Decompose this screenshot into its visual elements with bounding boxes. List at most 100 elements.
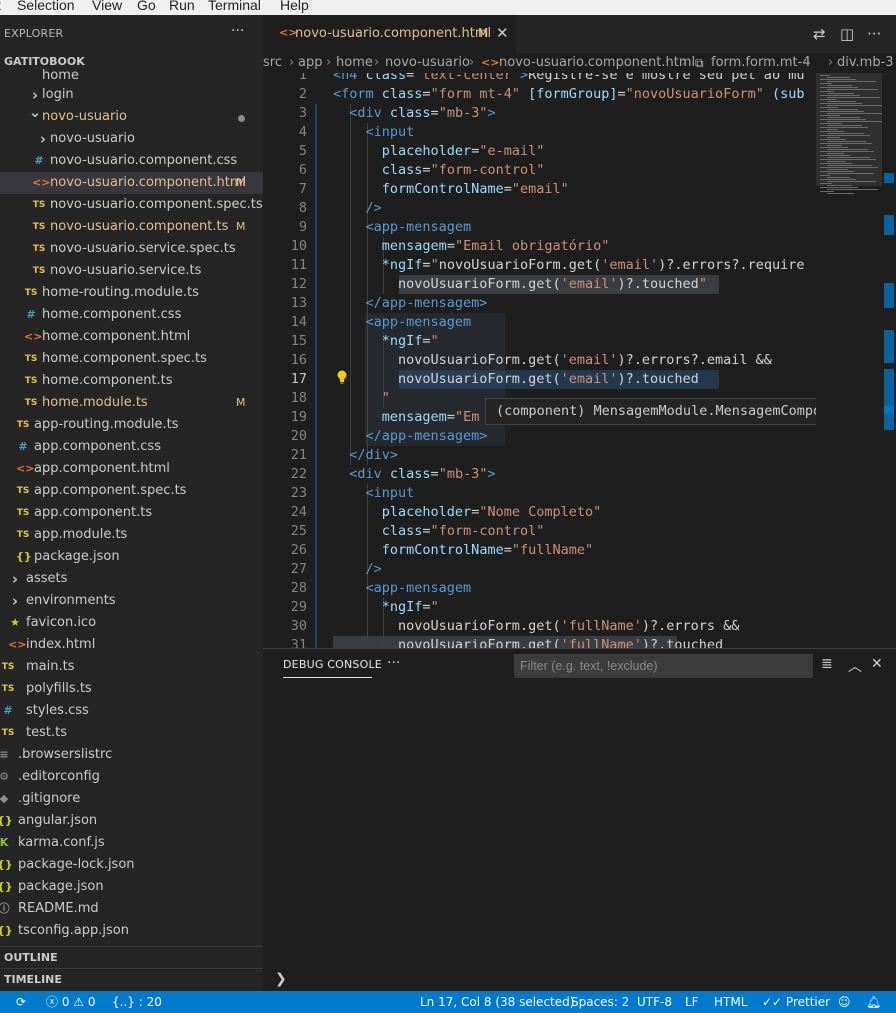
tree-item-home-component-ts[interactable]: TS home.component.ts: [0, 370, 263, 392]
breadcrumb-item[interactable]: div.mb-3: [837, 53, 894, 73]
tree-item-novo-usuario-component-css[interactable]: # novo-usuario.component.css: [0, 150, 263, 172]
language-mode[interactable]: HTML: [714, 991, 747, 1013]
code-line[interactable]: <form class="form mt-4" [formGroup]="nov…: [333, 85, 804, 104]
debug-filter-input[interactable]: Filter (e.g. text, !exclude): [514, 654, 813, 678]
breadcrumb-item[interactable]: form.form.mt-4: [711, 53, 811, 73]
code-line[interactable]: class="form-control": [333, 161, 545, 180]
console-prompt-icon[interactable]: ❯: [275, 971, 287, 987]
sync-icon[interactable]: ⟳: [16, 991, 26, 1013]
eol-setting[interactable]: LF: [685, 991, 699, 1013]
tree-item-novo-usuario-service-ts[interactable]: TS novo-usuario.service.ts: [0, 260, 263, 282]
tree-item-browserslistrc[interactable]: ≡ .browserslistrc: [0, 744, 263, 766]
tree-item-gitignore[interactable]: ◆ .gitignore: [0, 788, 263, 810]
cursor-position[interactable]: Ln 17, Col 8 (38 selected): [420, 991, 574, 1013]
code-line[interactable]: *ngIf="novoUsuarioForm.get('email')?.err…: [333, 256, 805, 275]
editor-vertical-scrollbar[interactable]: [882, 73, 896, 648]
tree-item-home-module-ts[interactable]: TS home.module.ts M: [0, 392, 263, 414]
tree-item-environments[interactable]: › environments: [0, 590, 263, 612]
prettier-status[interactable]: ✓✓ Prettier: [762, 991, 830, 1013]
code-line[interactable]: class="form-control": [333, 522, 545, 541]
code-line[interactable]: *ngIf=": [333, 598, 439, 617]
clear-console-icon[interactable]: ≣: [821, 656, 833, 672]
encoding-setting[interactable]: UTF-8: [637, 991, 672, 1013]
code-editor[interactable]: 1 2 3 4 5 6 7 8 9 10 11 12 13 14 15 16 17 18 19 20 21 22 23 24 2…: [263, 73, 896, 648]
lightbulb-icon[interactable]: [336, 370, 348, 384]
code-line[interactable]: />: [333, 560, 382, 579]
open-changes-icon[interactable]: ⇄: [813, 25, 826, 43]
feedback-icon[interactable]: ☺: [838, 991, 851, 1013]
code-line[interactable]: />: [333, 199, 382, 218]
tree-item-package-lock-json[interactable]: {} package-lock.json: [0, 854, 263, 876]
breadcrumb-item[interactable]: novo-usuario.component.html: [499, 53, 695, 73]
menu-item-run[interactable]: Run: [169, 0, 195, 13]
tree-item-app-component-ts[interactable]: TS app.component.ts: [0, 502, 263, 524]
code-line[interactable]: <input: [333, 484, 415, 503]
tree-item-app-component-html[interactable]: <> app.component.html: [0, 458, 263, 480]
menu-item-terminal[interactable]: Terminal: [208, 0, 261, 13]
code-line[interactable]: novoUsuarioForm.get('fullName')?.touched: [333, 636, 723, 648]
close-panel-icon[interactable]: ✕: [871, 656, 883, 672]
maximize-panel-icon[interactable]: ︿: [848, 656, 862, 676]
bracket-info[interactable]: {..} : 20: [112, 991, 162, 1013]
code-line[interactable]: novoUsuarioForm.get('email')?.touched: [333, 370, 699, 389]
tree-item-index-html[interactable]: <> index.html: [0, 634, 263, 656]
tree-item-tsconfig-app-json[interactable]: {} tsconfig.app.json: [0, 920, 263, 942]
tree-item-angular-json[interactable]: {} angular.json: [0, 810, 263, 832]
tree-item-home-component-spec-ts[interactable]: TS home.component.spec.ts: [0, 348, 263, 370]
code-line[interactable]: formControlName="fullName": [333, 541, 593, 560]
code-line[interactable]: <app-mensagem: [333, 313, 472, 332]
breadcrumb-item[interactable]: app: [298, 53, 322, 73]
code-line[interactable]: mensagem="Email obrigatório": [333, 237, 610, 256]
tab-close-icon[interactable]: ✕: [496, 24, 509, 42]
tree-item-main-ts[interactable]: TS main.ts: [0, 656, 263, 678]
code-line[interactable]: mensagem="Em: [333, 408, 480, 427]
menu-item-t[interactable]: t: [0, 0, 1, 13]
tree-item-app-component-spec-ts[interactable]: TS app.component.spec.ts: [0, 480, 263, 502]
tree-item-test-ts[interactable]: TS test.ts: [0, 722, 263, 744]
breadcrumb-item[interactable]: novo-usuario: [385, 53, 470, 73]
code-line[interactable]: ": [333, 389, 390, 408]
notifications-icon[interactable]: 🔔︎: [866, 991, 881, 1013]
tree-item-novo-usuario-component-ts[interactable]: TS novo-usuario.component.ts M: [0, 216, 263, 238]
timeline-section[interactable]: TIMELINE: [0, 968, 263, 990]
code-line[interactable]: novoUsuarioForm.get('fullName')?.errors …: [333, 617, 739, 636]
tree-item-assets[interactable]: › assets: [0, 568, 263, 590]
tree-item-novo-usuario-component-spec-ts[interactable]: TS novo-usuario.component.spec.ts: [0, 194, 263, 216]
code-line[interactable]: <div class="mb-3">: [333, 465, 495, 484]
tree-item-karma-conf-js[interactable]: Kkarma.conf.js: [0, 832, 263, 854]
split-editor-icon[interactable]: ◫: [840, 25, 854, 43]
code-line[interactable]: <app-mensagem: [333, 218, 472, 237]
code-line[interactable]: placeholder="e-mail": [333, 142, 545, 161]
tree-item-app-module-ts[interactable]: TS app.module.ts: [0, 524, 263, 546]
code-line[interactable]: formControlName="email": [333, 180, 569, 199]
code-line[interactable]: <input: [333, 123, 415, 142]
tab-debug-console[interactable]: DEBUG CONSOLE: [283, 658, 382, 671]
tree-item-novo-usuario[interactable]: › novo-usuario: [0, 128, 263, 150]
breadcrumb-item[interactable]: home: [336, 53, 373, 73]
tree-item-polyfills-ts[interactable]: TS polyfills.ts: [0, 678, 263, 700]
code-line[interactable]: </app-mensagem>: [333, 294, 488, 313]
editor-tab-active[interactable]: <> novo-usuario.component.html M ✕: [263, 15, 516, 53]
code-line[interactable]: <app-mensagem: [333, 579, 472, 598]
problems-indicator[interactable]: ⓧ 0 ⚠ 0: [46, 991, 95, 1013]
tree-item-home-routing-module-ts[interactable]: TS home-routing.module.ts: [0, 282, 263, 304]
breadcrumb-item[interactable]: src: [263, 53, 282, 73]
tree-item-readme-md[interactable]: ⓘ README.md: [0, 898, 263, 920]
minimap[interactable]: [816, 73, 886, 648]
tree-item-favicon-ico[interactable]: ★ favicon.ico: [0, 612, 263, 634]
explorer-more-button[interactable]: ···: [231, 23, 244, 39]
menu-item-view[interactable]: View: [92, 0, 122, 13]
code-line[interactable]: <div class="mb-3">: [333, 104, 495, 123]
code-line[interactable]: *ngIf=": [333, 332, 439, 351]
indentation-setting[interactable]: Spaces: 2: [571, 991, 629, 1013]
tree-item-novo-usuario[interactable]: ⌄ novo-usuario: [0, 103, 263, 128]
tree-item-novo-usuario-component-html[interactable]: <> novo-usuario.component.html M: [0, 172, 263, 194]
more-actions-icon[interactable]: ···: [867, 25, 881, 43]
code-line[interactable]: placeholder="Nome Completo": [333, 503, 601, 522]
menu-item-go[interactable]: Go: [137, 0, 156, 13]
code-line[interactable]: novoUsuarioForm.get('email')?.errors?.em…: [333, 351, 772, 370]
panel-more-button[interactable]: ···: [387, 655, 400, 671]
tree-item-editorconfig[interactable]: ⚙ .editorconfig: [0, 766, 263, 788]
tree-item-novo-usuario-service-spec-ts[interactable]: TS novo-usuario.service.spec.ts: [0, 238, 263, 260]
tree-item-package-json[interactable]: {} package.json: [0, 876, 263, 898]
